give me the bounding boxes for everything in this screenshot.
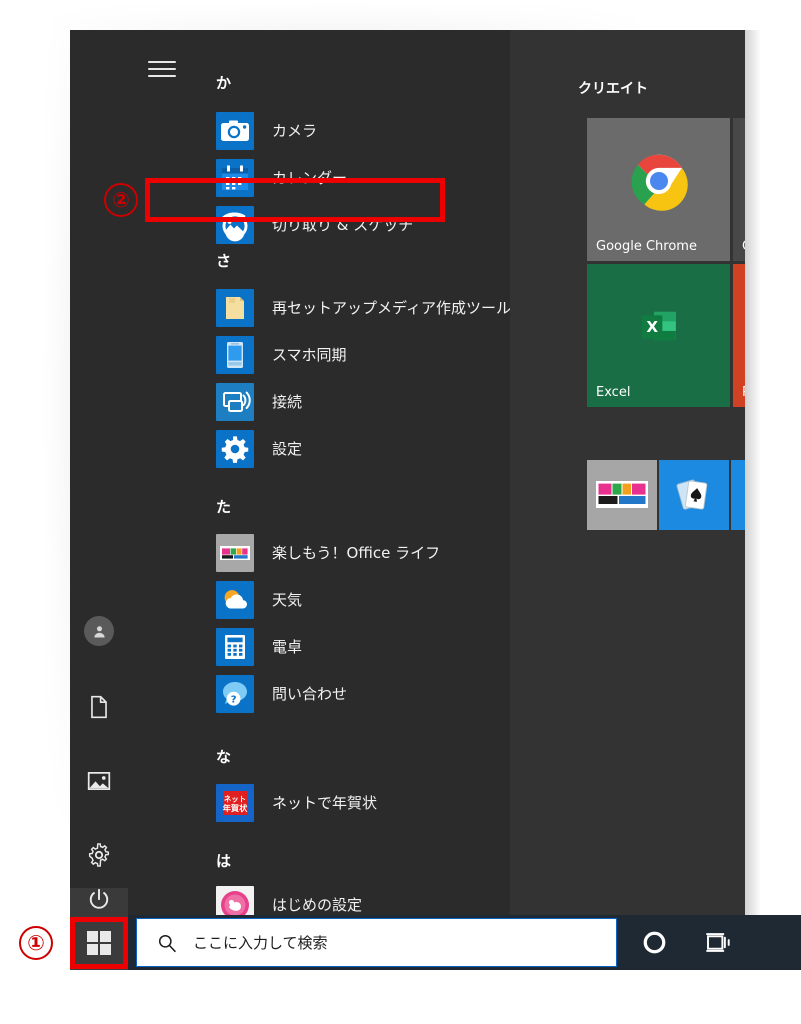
app-list-item-label: スマホ同期 bbox=[272, 345, 347, 364]
taskbar: ここに入力して検索 bbox=[70, 915, 801, 970]
user-avatar-icon bbox=[84, 616, 114, 646]
app-list-item-weather[interactable]: 天気 bbox=[190, 577, 510, 623]
app-group-header-ka[interactable]: か bbox=[216, 74, 231, 92]
app-list-item-label: ネットで年賀状 bbox=[272, 793, 378, 812]
menu-right-edge-shadow bbox=[745, 30, 761, 915]
app-list-item-connect[interactable]: 接続 bbox=[190, 379, 510, 425]
app-list-item-calculator[interactable]: 電卓 bbox=[190, 624, 510, 670]
rail-item-account[interactable] bbox=[70, 602, 128, 660]
tile-office[interactable]: Office bbox=[733, 118, 745, 261]
start-menu: か カメラ カレンダー 切り取り & スケッチ さ 再セットアップメディア作成ツ… bbox=[70, 30, 745, 915]
chrome-icon bbox=[631, 154, 688, 211]
snip-and-sketch-icon bbox=[216, 206, 254, 244]
connect-cast-icon bbox=[216, 383, 254, 421]
hajime-setup-icon bbox=[216, 886, 254, 915]
app-list-item-label: 問い合わせ bbox=[272, 684, 348, 703]
rail-item-power[interactable] bbox=[70, 888, 128, 915]
calendar-app-icon bbox=[216, 159, 254, 197]
tile-group-header-create[interactable]: クリエイト bbox=[578, 78, 648, 98]
tile-calculator[interactable]: 電卓 bbox=[731, 460, 745, 530]
tile-label: Excel bbox=[596, 385, 631, 400]
search-icon bbox=[158, 934, 176, 952]
start-menu-rail bbox=[70, 30, 128, 915]
document-icon bbox=[91, 695, 107, 719]
tile-excel[interactable]: X Excel bbox=[587, 264, 730, 407]
app-list-item-label: 接続 bbox=[272, 392, 303, 411]
rail-item-settings[interactable] bbox=[70, 826, 128, 884]
task-view-button[interactable] bbox=[690, 915, 748, 970]
search-box[interactable]: ここに入力して検索 bbox=[136, 918, 617, 967]
tiles-panel: クリエイト Google Chrome X Excel P bbox=[510, 30, 745, 915]
camera-app-icon bbox=[216, 112, 254, 150]
windows-logo-icon bbox=[87, 930, 111, 955]
nenga-icon: ネット 年賀状 bbox=[216, 784, 254, 822]
excel-icon: X bbox=[641, 311, 676, 341]
app-list: か カメラ カレンダー 切り取り & スケッチ さ 再セットアップメディア作成ツ… bbox=[128, 30, 527, 915]
annotation-marker-2: ② bbox=[104, 183, 138, 217]
phone-link-icon bbox=[216, 336, 254, 374]
app-list-item-label: 再セットアップメディア作成ツール bbox=[272, 298, 511, 317]
office-life-icon bbox=[596, 481, 648, 508]
app-list-item-label: はじめの設定 bbox=[272, 895, 363, 914]
app-list-item-recovery-media-tool[interactable]: 再セットアップメディア作成ツール bbox=[190, 285, 527, 331]
svg-text:年賀状: 年賀状 bbox=[223, 803, 248, 813]
app-list-item-nenga[interactable]: ネット 年賀状 ネットで年賀状 bbox=[190, 780, 510, 826]
tile-google-chrome[interactable]: Google Chrome bbox=[587, 118, 730, 261]
task-view-icon bbox=[705, 933, 730, 952]
tile-powerpoint[interactable]: P PowerPoint bbox=[733, 264, 745, 407]
rail-item-documents[interactable] bbox=[70, 678, 128, 736]
start-button[interactable] bbox=[70, 915, 128, 970]
app-list-item-label: 天気 bbox=[272, 590, 303, 609]
svg-text:X: X bbox=[646, 318, 658, 336]
power-icon bbox=[89, 888, 109, 909]
app-list-item-phone-link[interactable]: スマホ同期 bbox=[190, 332, 510, 378]
search-input-placeholder[interactable]: ここに入力して検索 bbox=[193, 932, 328, 953]
app-group-header-sa[interactable]: さ bbox=[216, 252, 231, 270]
app-list-item-label: カメラ bbox=[272, 121, 318, 140]
tile-label: Google Chrome bbox=[596, 239, 697, 254]
recovery-media-icon bbox=[216, 289, 254, 327]
app-list-item-get-help[interactable]: ? 問い合わせ bbox=[190, 671, 510, 717]
gear-icon bbox=[88, 843, 110, 867]
rail-item-pictures[interactable] bbox=[70, 752, 128, 810]
app-list-item-calendar[interactable]: カレンダー bbox=[190, 155, 510, 201]
app-list-item-label: 設定 bbox=[272, 439, 303, 458]
tile-office-life-small[interactable]: 楽しもう！Officeライフ bbox=[587, 460, 657, 530]
app-list-item-settings[interactable]: 設定 bbox=[190, 426, 510, 472]
app-list-item-snip-and-sketch[interactable]: 切り取り & スケッチ bbox=[190, 202, 510, 248]
tile-solitaire[interactable]: Microsoft Solitaire Collection bbox=[659, 460, 729, 530]
pictures-icon bbox=[87, 772, 111, 790]
solitaire-icon bbox=[676, 479, 708, 510]
app-group-header-na[interactable]: な bbox=[216, 748, 231, 766]
app-list-item-label: 楽しもう！Office ライフ bbox=[272, 543, 441, 562]
cortana-button[interactable] bbox=[625, 915, 683, 970]
app-group-header-ta[interactable]: た bbox=[216, 498, 231, 516]
app-list-item-label: 切り取り & スケッチ bbox=[272, 215, 414, 234]
screenshot-root: か カメラ カレンダー 切り取り & スケッチ さ 再セットアップメディア作成ツ… bbox=[0, 0, 801, 1024]
app-list-item-hajime-setup[interactable]: はじめの設定 bbox=[190, 882, 510, 915]
app-group-header-ha[interactable]: は bbox=[216, 852, 231, 870]
settings-gear-app-icon bbox=[216, 430, 254, 468]
app-list-item-camera[interactable]: カメラ bbox=[190, 108, 510, 154]
svg-text:?: ? bbox=[231, 695, 237, 706]
office-life-icon bbox=[216, 534, 254, 572]
cortana-circle-icon bbox=[643, 931, 665, 954]
weather-app-icon bbox=[216, 581, 254, 619]
app-list-item-label: カレンダー bbox=[272, 168, 348, 187]
app-list-item-office-life[interactable]: 楽しもう！Office ライフ bbox=[190, 530, 510, 576]
get-help-icon: ? bbox=[216, 675, 254, 713]
app-list-item-label: 電卓 bbox=[272, 637, 303, 656]
calculator-app-icon bbox=[216, 628, 254, 666]
hamburger-menu-icon[interactable] bbox=[148, 58, 176, 80]
annotation-marker-1: ① bbox=[19, 926, 53, 960]
